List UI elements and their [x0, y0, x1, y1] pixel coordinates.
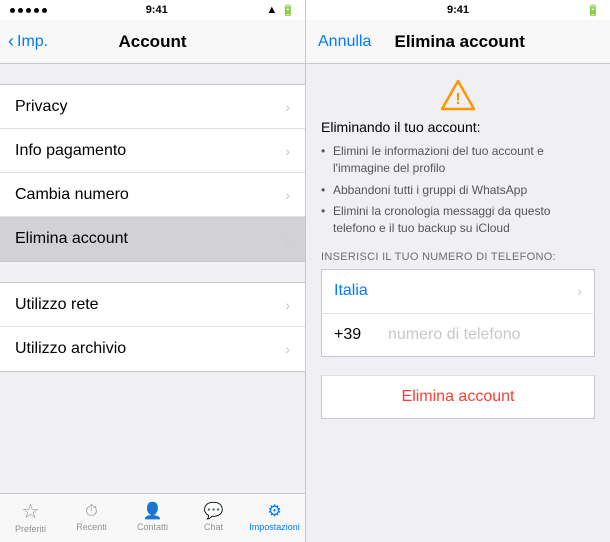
- status-bar-left: 9:41 ▲ 🔋: [0, 0, 305, 20]
- country-row-inner: Italia ›: [334, 282, 582, 300]
- star-icon: ☆: [22, 502, 40, 522]
- tab-preferiti[interactable]: ☆ Preferiti: [0, 502, 61, 534]
- delete-account-button[interactable]: Elimina account: [321, 375, 595, 419]
- bullet-1: Elimini le informazioni del tuo account …: [321, 143, 595, 177]
- phone-section-header: INSERISCI IL TUO NUMERO DI TELEFONO:: [321, 251, 595, 263]
- menu-item-archivio-label: Utilizzo archivio: [15, 340, 285, 358]
- battery-icon: 🔋: [281, 4, 295, 17]
- country-selector[interactable]: Italia ›: [321, 269, 595, 313]
- chevron-right-icon: ›: [285, 143, 290, 159]
- menu-item-info-label: Info pagamento: [15, 142, 285, 160]
- right-status: ▲ 🔋: [266, 4, 295, 17]
- tab-contatti-label: Contatti: [137, 522, 168, 532]
- bullet-3: Elimini la cronologia messaggi da questo…: [321, 203, 595, 237]
- menu-item-cambia-numero[interactable]: Cambia numero ›: [0, 173, 305, 217]
- warning-bullets: Elimini le informazioni del tuo account …: [321, 143, 595, 237]
- warning-triangle-icon: !: [440, 79, 476, 111]
- chevron-right-icon: ›: [285, 231, 290, 247]
- menu-item-utilizzo-archivio[interactable]: Utilizzo archivio ›: [0, 327, 305, 371]
- chevron-right-icon: ›: [285, 99, 290, 115]
- signal-dot-3: [26, 8, 31, 13]
- nav-title-left: Account: [119, 32, 187, 52]
- phone-code: +39: [334, 326, 372, 344]
- menu-item-cambia-label: Cambia numero: [15, 186, 285, 204]
- warning-title: Eliminando il tuo account:: [321, 119, 595, 135]
- clock-icon: ⏱: [85, 504, 97, 520]
- signal-dot-1: [10, 8, 15, 13]
- delete-account-label: Elimina account: [402, 388, 515, 406]
- tab-contatti[interactable]: 👤 Contatti: [122, 504, 183, 532]
- right-battery: 🔋: [550, 4, 600, 17]
- status-bar-right: 9:41 🔋: [306, 0, 610, 20]
- nav-bar-right: Annulla Elimina account: [306, 20, 610, 64]
- signal-dot-2: [18, 8, 23, 13]
- menu-item-utilizzo-rete[interactable]: Utilizzo rete ›: [0, 283, 305, 327]
- chevron-right-icon: ›: [285, 341, 290, 357]
- main-menu-section: Privacy › Info pagamento › Cambia numero…: [0, 84, 305, 262]
- tab-recenti[interactable]: ⏱ Recenti: [61, 504, 122, 532]
- nav-bar-left: ‹ Imp. Account: [0, 20, 305, 64]
- second-menu-section: Utilizzo rete › Utilizzo archivio ›: [0, 282, 305, 372]
- menu-item-privacy-label: Privacy: [15, 98, 285, 116]
- menu-item-info-pagamento[interactable]: Info pagamento ›: [0, 129, 305, 173]
- chevron-right-icon: ›: [285, 187, 290, 203]
- time-right: 9:41: [447, 4, 469, 16]
- battery-right-icon: 🔋: [586, 4, 600, 17]
- tab-preferiti-label: Preferiti: [15, 524, 46, 534]
- warning-icon-container: !: [321, 79, 595, 111]
- signal-area: [10, 8, 47, 13]
- right-content: ! Eliminando il tuo account: Elimini le …: [306, 64, 610, 542]
- menu-item-elimina-label: Elimina account: [15, 230, 285, 248]
- menu-item-rete-label: Utilizzo rete: [15, 296, 285, 314]
- phone-input[interactable]: [388, 326, 595, 344]
- signal-dot-5: [42, 8, 47, 13]
- nav-title-right: Elimina account: [395, 32, 525, 52]
- settings-icon: ⚙: [267, 504, 281, 520]
- person-icon: 👤: [143, 504, 163, 520]
- back-button[interactable]: ‹ Imp.: [8, 31, 48, 52]
- phone-row: +39: [321, 313, 595, 357]
- menu-item-elimina-account[interactable]: Elimina account ›: [0, 217, 305, 261]
- tab-chat-label: Chat: [204, 522, 223, 532]
- country-chevron-icon: ›: [577, 283, 582, 299]
- country-label: Italia: [334, 282, 368, 300]
- bullet-2: Abbandoni tutti i gruppi di WhatsApp: [321, 182, 595, 199]
- wifi-icon: ▲: [266, 4, 277, 16]
- time-left: 9:41: [146, 4, 168, 16]
- back-label: Imp.: [17, 33, 48, 51]
- warning-section: ! Eliminando il tuo account: Elimini le …: [321, 79, 595, 237]
- cancel-button[interactable]: Annulla: [318, 33, 371, 51]
- back-chevron-icon: ‹: [8, 31, 14, 52]
- right-panel: 9:41 🔋 Annulla Elimina account ! Elimina…: [305, 0, 610, 542]
- tab-impostazioni-label: Impostazioni: [249, 522, 300, 532]
- tab-impostazioni[interactable]: ⚙ Impostazioni: [244, 504, 305, 532]
- signal-dot-4: [34, 8, 39, 13]
- tab-chat[interactable]: 💬 Chat: [183, 504, 244, 532]
- chevron-right-icon: ›: [285, 297, 290, 313]
- tab-recenti-label: Recenti: [76, 522, 107, 532]
- tab-bar: ☆ Preferiti ⏱ Recenti 👤 Contatti 💬 Chat …: [0, 493, 305, 542]
- menu-item-privacy[interactable]: Privacy ›: [0, 85, 305, 129]
- chat-icon: 💬: [204, 504, 224, 520]
- left-panel: 9:41 ▲ 🔋 ‹ Imp. Account Privacy › Info p…: [0, 0, 305, 542]
- svg-text:!: !: [455, 91, 460, 108]
